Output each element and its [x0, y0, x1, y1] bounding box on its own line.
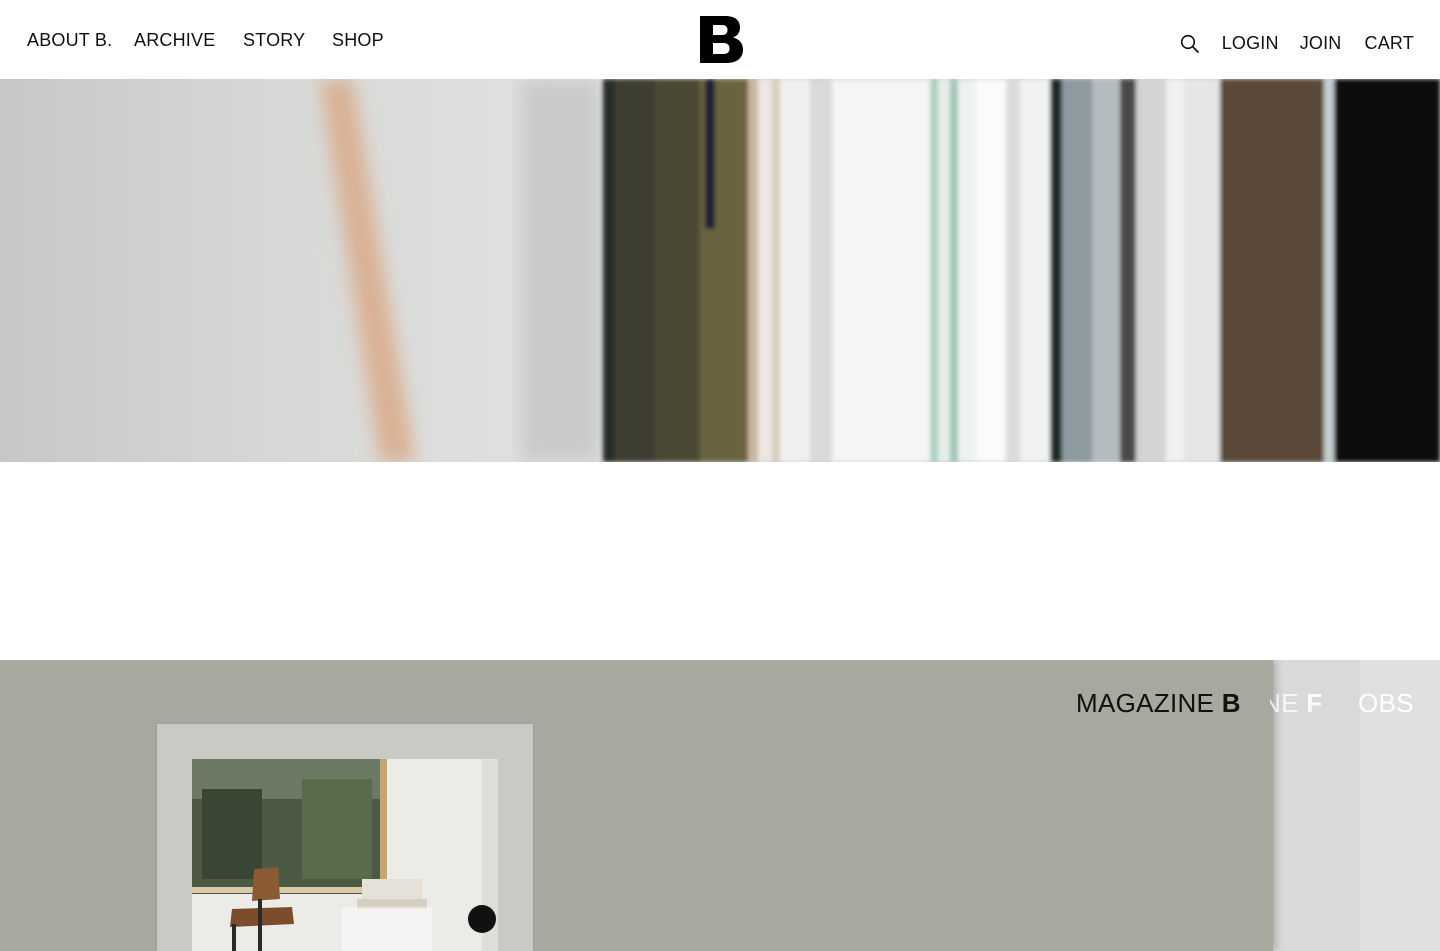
- site-header: ABOUT B. ARCHIVE STORY SHOP LOGIN JOIN C…: [0, 0, 1440, 79]
- tab-f[interactable]: NE F: [1270, 688, 1322, 719]
- panel-magazine-b[interactable]: MAGAZINE B: [0, 660, 1273, 951]
- tab-magazine-b[interactable]: MAGAZINE B: [1076, 688, 1241, 719]
- join-link[interactable]: JOIN: [1300, 33, 1342, 54]
- tab-f-label: NE F: [1270, 688, 1323, 718]
- search-icon[interactable]: [1180, 34, 1200, 54]
- tab-magazine-prefix: MAGAZINE: [1076, 688, 1215, 718]
- nav-shop[interactable]: SHOP: [332, 30, 384, 51]
- tab-magazine-letter: B: [1221, 688, 1241, 718]
- logo-mark-icon: [700, 16, 743, 63]
- interior-illustration: [192, 759, 498, 951]
- cart-link[interactable]: CART: [1365, 33, 1414, 54]
- featured-section: OBS MAGAZINE B NE F: [0, 660, 1440, 951]
- logo[interactable]: [700, 16, 743, 63]
- tab-f-letter: F: [1306, 688, 1323, 718]
- nav-archive[interactable]: ARCHIVE: [134, 30, 243, 51]
- magazine-cover-frame: [157, 724, 533, 951]
- interior-photo: [192, 759, 498, 951]
- book-spines-illustration: [0, 79, 1440, 462]
- login-link[interactable]: LOGIN: [1222, 33, 1279, 54]
- tab-jobs[interactable]: OBS: [1358, 688, 1414, 719]
- primary-nav: ABOUT B. ARCHIVE STORY SHOP: [27, 30, 384, 51]
- nav-story[interactable]: STORY: [243, 30, 332, 51]
- account-nav: LOGIN JOIN CART: [1180, 33, 1414, 54]
- hero-image: [0, 79, 1440, 462]
- nav-about[interactable]: ABOUT B.: [27, 30, 134, 51]
